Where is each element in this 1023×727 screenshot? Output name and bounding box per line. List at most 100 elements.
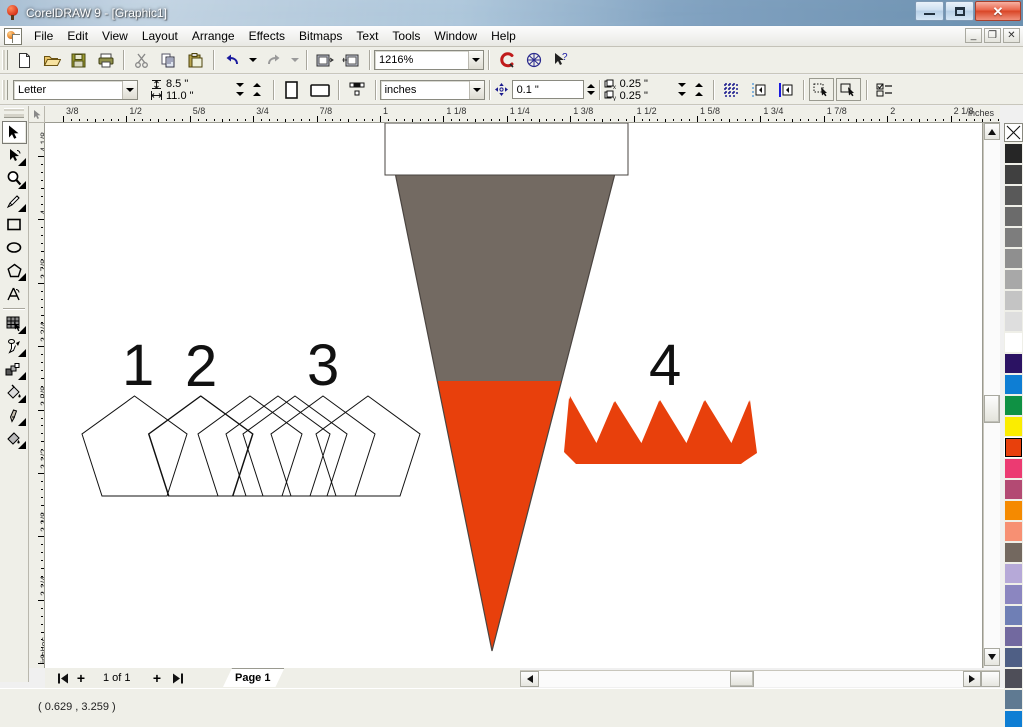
paste-button[interactable] xyxy=(183,49,208,72)
export-button[interactable] xyxy=(339,49,364,72)
palette-color-swatch[interactable] xyxy=(1004,164,1023,185)
nudge-offset-field[interactable]: 0.1 " xyxy=(511,80,584,99)
palette-color-swatch[interactable] xyxy=(1004,647,1023,668)
paper-height-value[interactable]: 11.0 " xyxy=(166,90,194,102)
nudge-up-spinner[interactable] xyxy=(586,84,595,88)
paper-type-combo[interactable]: Letter xyxy=(13,79,138,100)
horizontal-scrollbar[interactable] xyxy=(520,670,1000,687)
palette-color-swatch[interactable] xyxy=(1004,290,1023,311)
snap-to-guidelines-button[interactable] xyxy=(746,78,771,101)
scroll-up-button[interactable] xyxy=(984,123,1000,140)
duplicate-x-down-spinner[interactable] xyxy=(677,83,686,87)
duplicate-x-up-spinner[interactable] xyxy=(694,83,703,87)
paper-width-down-spinner[interactable] xyxy=(235,83,244,87)
vertical-scroll-track[interactable] xyxy=(984,140,1000,648)
print-button[interactable] xyxy=(93,49,118,72)
palette-color-swatch[interactable] xyxy=(1004,584,1023,605)
palette-color-swatch[interactable] xyxy=(1004,458,1023,479)
mdi-minimize-button[interactable]: _ xyxy=(965,28,982,43)
scroll-down-button[interactable] xyxy=(984,648,1000,666)
last-page-button[interactable] xyxy=(169,670,185,686)
application-launcher-button[interactable] xyxy=(494,49,519,72)
menu-edit[interactable]: Edit xyxy=(60,27,95,45)
interactive-fill-tool[interactable] xyxy=(2,312,27,335)
zoom-tool[interactable] xyxy=(2,167,27,190)
ruler-origin-corner[interactable] xyxy=(29,106,45,123)
zoom-dropdown-arrow[interactable] xyxy=(468,51,483,69)
eyedropper-tool[interactable] xyxy=(2,335,27,358)
shape-tool[interactable] xyxy=(2,144,27,167)
ellipse-tool[interactable] xyxy=(2,236,27,259)
mdi-restore-button[interactable]: ❐ xyxy=(984,28,1001,43)
treat-as-filled-button[interactable] xyxy=(808,78,834,101)
palette-color-swatch[interactable] xyxy=(1004,521,1023,542)
paper-height-up-spinner[interactable] xyxy=(252,92,261,96)
import-button[interactable] xyxy=(312,49,337,72)
drawing-canvas[interactable]: 1 2 3 4 xyxy=(45,123,983,668)
interactive-transparency-tool[interactable] xyxy=(2,427,27,450)
paper-height-down-spinner[interactable] xyxy=(235,92,244,96)
palette-color-swatch[interactable] xyxy=(1004,227,1023,248)
palette-color-swatch[interactable] xyxy=(1004,668,1023,689)
palette-color-swatch[interactable] xyxy=(1004,332,1023,353)
options-button[interactable] xyxy=(872,78,897,101)
nudge-down-spinner[interactable] xyxy=(586,91,595,95)
menu-tools[interactable]: Tools xyxy=(385,27,427,45)
paper-width-up-spinner[interactable] xyxy=(252,83,261,87)
page-setup-button[interactable] xyxy=(344,78,370,102)
palette-color-swatch[interactable] xyxy=(1004,563,1023,584)
vertical-scrollbar[interactable] xyxy=(983,123,1000,668)
undo-button[interactable] xyxy=(219,49,244,72)
units-combo[interactable]: inches xyxy=(379,79,485,100)
palette-color-swatch[interactable] xyxy=(1004,311,1023,332)
menu-effects[interactable]: Effects xyxy=(242,27,292,45)
add-page-before-button[interactable]: + xyxy=(73,670,89,686)
first-page-button[interactable] xyxy=(55,670,71,686)
menu-text[interactable]: Text xyxy=(349,27,385,45)
duplicate-y-value[interactable]: 0.25 " xyxy=(620,90,648,102)
whats-this-help-button[interactable]: ? xyxy=(548,49,573,72)
new-document-button[interactable] xyxy=(12,49,37,72)
outline-tool[interactable] xyxy=(2,404,27,427)
redo-dropdown-button[interactable] xyxy=(288,49,301,72)
rectangle-tool[interactable] xyxy=(2,213,27,236)
palette-color-swatch[interactable] xyxy=(1004,542,1023,563)
palette-color-swatch[interactable] xyxy=(1004,395,1023,416)
window-restore-button[interactable] xyxy=(945,1,974,21)
vertical-scroll-thumb[interactable] xyxy=(984,395,1000,423)
wireframe-button[interactable] xyxy=(835,78,861,101)
palette-color-swatch[interactable] xyxy=(1004,269,1023,290)
snap-to-objects-button[interactable] xyxy=(773,78,798,101)
cut-button[interactable] xyxy=(129,49,154,72)
scroll-right-button[interactable] xyxy=(963,671,981,687)
freehand-tool[interactable] xyxy=(2,190,27,213)
window-close-button[interactable]: ✕ xyxy=(975,1,1021,21)
page-tab-page-1[interactable]: Page 1 xyxy=(223,668,284,687)
palette-color-swatch[interactable] xyxy=(1004,416,1023,437)
palette-color-swatch[interactable] xyxy=(1004,143,1023,164)
color-palette[interactable] xyxy=(1004,123,1023,727)
palette-color-swatch[interactable] xyxy=(1004,710,1023,727)
menu-window[interactable]: Window xyxy=(427,27,484,45)
snap-to-grid-button[interactable] xyxy=(719,78,744,101)
palette-color-swatch[interactable] xyxy=(1004,437,1023,458)
palette-color-swatch[interactable] xyxy=(1004,185,1023,206)
units-dropdown-arrow[interactable] xyxy=(468,80,484,99)
horizontal-ruler[interactable]: 3/8 1/2 5/8 3/4 7/8 1 1 1/8 1 1/4 1 3/8 1 1/2 1 5/… xyxy=(45,106,1000,123)
scroll-left-button[interactable] xyxy=(520,671,539,687)
no-color-swatch[interactable] xyxy=(1004,123,1023,142)
duplicate-y-down-spinner[interactable] xyxy=(677,92,686,96)
menu-file[interactable]: File xyxy=(27,27,60,45)
menu-arrange[interactable]: Arrange xyxy=(185,27,242,45)
palette-color-swatch[interactable] xyxy=(1004,479,1023,500)
palette-color-swatch[interactable] xyxy=(1004,605,1023,626)
interactive-blend-tool[interactable] xyxy=(2,358,27,381)
fill-tool[interactable] xyxy=(2,381,27,404)
palette-color-swatch[interactable] xyxy=(1004,353,1023,374)
window-minimize-button[interactable] xyxy=(915,1,944,21)
redo-button[interactable] xyxy=(261,49,286,72)
menu-bitmaps[interactable]: Bitmaps xyxy=(292,27,349,45)
property-toolbar-grip[interactable] xyxy=(2,79,8,100)
polygon-tool[interactable] xyxy=(2,259,27,282)
paper-type-dropdown-arrow[interactable] xyxy=(122,80,137,99)
